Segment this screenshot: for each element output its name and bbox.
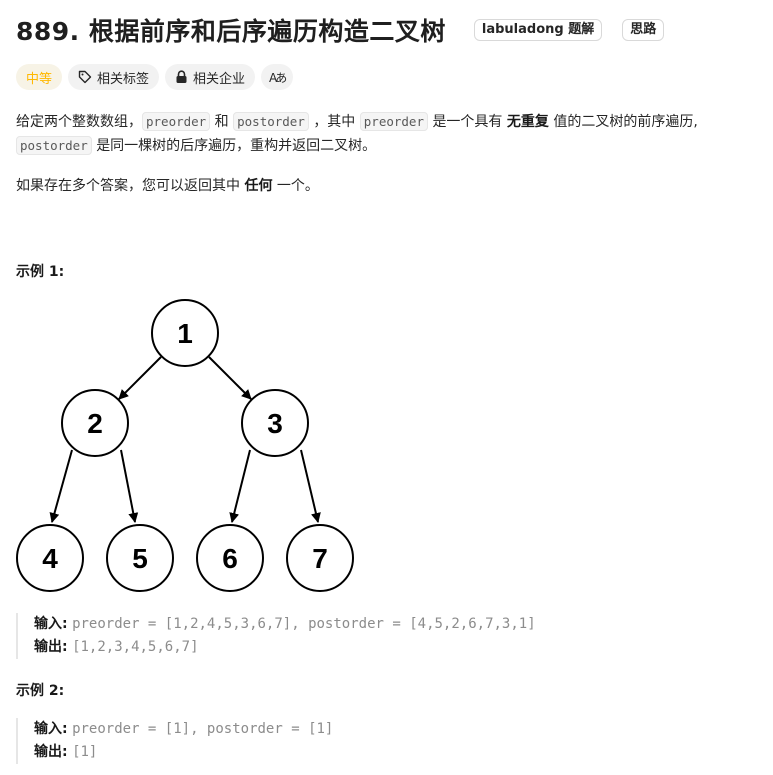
example-2-output-row: 输出: [1] xyxy=(34,741,333,764)
code-postorder: postorder xyxy=(16,136,92,155)
example-1-tree-diagram: 1 2 3 4 5 6 7 xyxy=(16,299,354,592)
example-2-input: preorder = [1], postorder = [1] xyxy=(72,721,334,737)
translate-icon: Aあ xyxy=(269,70,287,85)
description-line-1: 给定两个整数数组， preorder 和 postorder ，其中 preord… xyxy=(16,112,698,131)
example-1-output: [1,2,3,4,5,6,7] xyxy=(72,639,199,655)
bold-any: 任何 xyxy=(244,178,273,194)
example-1-input: preorder = [1,2,4,5,3,6,7], postorder = … xyxy=(72,616,536,632)
edge-1-2 xyxy=(118,356,162,400)
code-preorder: preorder xyxy=(359,112,428,131)
example-1-input-row: 输入: preorder = [1,2,4,5,3,6,7], postorde… xyxy=(34,613,536,636)
solution-button[interactable]: labuladong 题解 xyxy=(473,19,603,41)
tag-icon xyxy=(78,70,92,84)
code-preorder: preorder xyxy=(142,112,211,131)
tree-node-label: 6 xyxy=(222,543,238,574)
edge-1-3 xyxy=(208,356,252,400)
tree-node-label: 3 xyxy=(267,408,283,439)
tree-node-label: 4 xyxy=(42,543,58,574)
edge-2-4 xyxy=(49,449,73,523)
example-1-output-row: 输出: [1,2,3,4,5,6,7] xyxy=(34,636,536,659)
related-tags-button[interactable]: 相关标签 xyxy=(68,64,160,90)
tree-node-label: 1 xyxy=(177,318,193,349)
idea-button[interactable]: 思路 xyxy=(622,19,665,41)
code-postorder: postorder xyxy=(233,112,309,131)
example-2-block: 输入: preorder = [1], postorder = [1] 输出: … xyxy=(16,718,333,764)
input-label: 输入: xyxy=(34,616,68,632)
related-companies-label: 相关企业 xyxy=(193,71,246,87)
output-label: 输出: xyxy=(34,639,68,655)
page-title: 889. 根据前序和后序遍历构造二叉树 xyxy=(16,17,446,46)
edge-3-6 xyxy=(229,449,251,523)
related-tags-label: 相关标签 xyxy=(97,71,150,87)
difficulty-badge: 中等 xyxy=(16,64,63,90)
example-2-input-row: 输入: preorder = [1], postorder = [1] xyxy=(34,718,333,741)
example-2-title: 示例 2: xyxy=(16,683,65,699)
description-line-3: 如果存在多个答案，您可以返回其中 任何 一个。 xyxy=(16,178,319,194)
tree-node-label: 7 xyxy=(312,543,328,574)
output-label: 输出: xyxy=(34,744,68,760)
font-toggle-button[interactable]: Aあ xyxy=(261,64,294,90)
edge-3-7 xyxy=(300,449,321,523)
input-label: 输入: xyxy=(34,721,68,737)
lock-icon xyxy=(176,70,187,83)
tree-node-label: 5 xyxy=(132,543,148,574)
example-2-output: [1] xyxy=(72,744,98,760)
tree-node-label: 2 xyxy=(87,408,103,439)
description-line-2: postorder 是同一棵树的后序遍历，重构并返回二叉树。 xyxy=(16,134,376,158)
edge-2-5 xyxy=(120,449,139,523)
example-1-block: 输入: preorder = [1,2,4,5,3,6,7], postorde… xyxy=(16,613,536,659)
bold-no-duplicates: 无重复 xyxy=(506,114,549,130)
tags-row: 中等 相关标签 相关企业 Aあ xyxy=(16,64,299,90)
title-row: 889. 根据前序和后序遍历构造二叉树 labuladong 题解 思路 xyxy=(16,12,665,48)
related-companies-button[interactable]: 相关企业 xyxy=(165,64,256,90)
example-1-title: 示例 1: xyxy=(16,264,65,280)
